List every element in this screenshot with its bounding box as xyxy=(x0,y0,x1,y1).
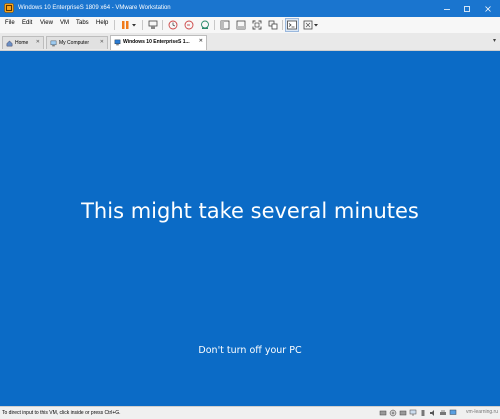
printer-icon[interactable] xyxy=(439,409,447,417)
cd-dvd-icon[interactable] xyxy=(389,409,397,417)
close-tab-icon[interactable]: ✕ xyxy=(100,39,104,45)
stretch-icon xyxy=(303,20,318,30)
toolbar-separator xyxy=(114,20,115,30)
snapshot-manager-icon xyxy=(201,20,209,29)
tab-bar: Home ✕ My Computer ✕ Windows 10 Enterpri… xyxy=(0,33,500,51)
home-icon xyxy=(6,40,13,47)
menu-edit[interactable]: Edit xyxy=(22,20,32,26)
toolbar-separator xyxy=(282,20,283,30)
tab-vm-label: Windows 10 EnterpriseS 1... xyxy=(123,39,190,45)
hard-disk-icon[interactable] xyxy=(379,409,387,417)
setup-message: This might take several minutes xyxy=(81,199,419,223)
computer-icon xyxy=(50,40,57,47)
full-screen-icon xyxy=(252,20,262,30)
close-icon xyxy=(485,5,491,12)
close-tab-icon[interactable]: ✕ xyxy=(199,38,203,44)
watermark: vm-learning.ru xyxy=(466,409,498,415)
status-text: To direct input to this VM, click inside… xyxy=(2,410,121,416)
menu-file[interactable]: File xyxy=(5,20,15,26)
snapshot-button[interactable] xyxy=(166,18,180,32)
show-library-button[interactable] xyxy=(218,18,232,32)
maximize-button[interactable] xyxy=(457,0,477,17)
revert-icon xyxy=(184,20,194,30)
minimize-icon xyxy=(444,8,450,10)
vm-icon xyxy=(114,39,121,46)
menu-view[interactable]: View xyxy=(40,20,53,26)
clock-icon xyxy=(168,20,178,30)
pause-icon xyxy=(122,21,136,29)
pause-button[interactable] xyxy=(118,18,140,32)
stretch-guest-button[interactable] xyxy=(302,18,320,32)
close-tab-icon[interactable]: ✕ xyxy=(36,39,40,45)
setup-sub-message: Don't turn off your PC xyxy=(198,345,302,356)
unity-icon xyxy=(268,20,278,30)
send-keys-icon xyxy=(148,20,158,29)
tab-home[interactable]: Home ✕ xyxy=(2,36,44,49)
console-icon xyxy=(287,20,297,30)
tab-windows-10-vm[interactable]: Windows 10 EnterpriseS 1... ✕ xyxy=(110,35,207,50)
full-screen-button[interactable] xyxy=(250,18,264,32)
console-view-button[interactable] xyxy=(285,18,299,32)
thumbnail-bar-button[interactable] xyxy=(234,18,248,32)
display-icon[interactable] xyxy=(449,409,457,417)
send-ctrl-alt-del-button[interactable] xyxy=(146,18,160,32)
title-bar: Windows 10 EnterpriseS 1809 x64 - VMware… xyxy=(0,0,500,17)
minimize-button[interactable] xyxy=(437,0,457,17)
toolbar-separator xyxy=(214,20,215,30)
status-bar: To direct input to this VM, click inside… xyxy=(0,406,500,419)
unity-button[interactable] xyxy=(266,18,280,32)
maximize-icon xyxy=(464,5,470,12)
tab-my-computer[interactable]: My Computer ✕ xyxy=(46,36,108,49)
toolbar-separator xyxy=(162,20,163,30)
menu-bar: File Edit View VM Tabs Help xyxy=(0,17,500,33)
tab-list-chevron-icon[interactable]: ▾ xyxy=(493,37,496,44)
tab-my-computer-label: My Computer xyxy=(59,40,90,46)
network-icon[interactable] xyxy=(409,409,417,417)
usb-icon[interactable] xyxy=(419,409,427,417)
revert-snapshot-button[interactable] xyxy=(182,18,196,32)
menu-vm[interactable]: VM xyxy=(60,20,69,26)
vm-console-screen[interactable]: This might take several minutes Don't tu… xyxy=(0,51,500,406)
snapshot-manager-button[interactable] xyxy=(198,18,212,32)
hard-disk-icon[interactable] xyxy=(399,409,407,417)
window-title: Windows 10 EnterpriseS 1809 x64 - VMware… xyxy=(18,5,171,11)
close-button[interactable] xyxy=(478,0,498,17)
toolbar-separator xyxy=(142,20,143,30)
tab-home-label: Home xyxy=(15,40,29,46)
library-icon xyxy=(220,20,230,30)
vmware-app-icon xyxy=(4,3,14,13)
menu-help[interactable]: Help xyxy=(96,20,108,26)
sound-icon[interactable] xyxy=(429,409,437,417)
thumbnail-icon xyxy=(236,20,246,30)
menu-tabs[interactable]: Tabs xyxy=(76,20,89,26)
